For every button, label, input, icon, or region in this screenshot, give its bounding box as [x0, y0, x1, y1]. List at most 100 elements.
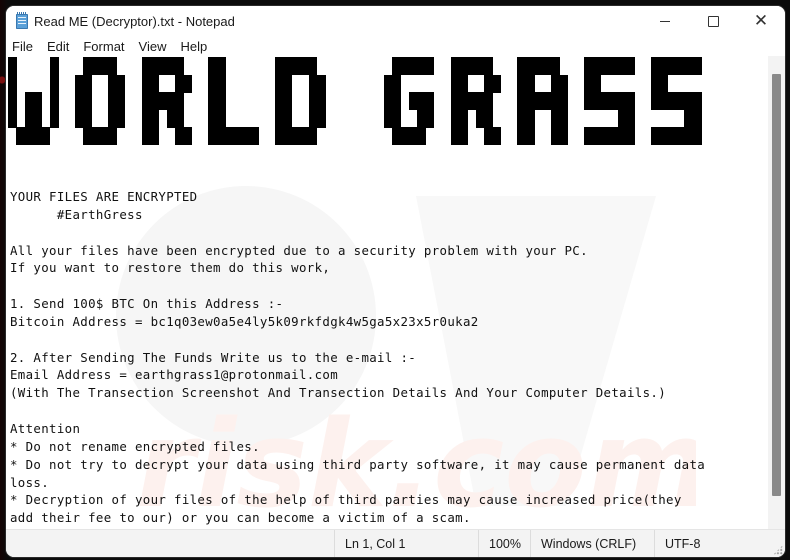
banner-pixel — [425, 109, 435, 128]
encoding-text: UTF-8 — [665, 536, 701, 551]
menu-view[interactable]: View — [132, 39, 174, 54]
banner-pixel — [83, 92, 92, 111]
document-text[interactable]: YOUR FILES ARE ENCRYPTED #EarthGress All… — [10, 188, 705, 527]
menu-format[interactable]: Format — [76, 39, 131, 54]
banner-pixel — [550, 57, 560, 76]
banner-pixel — [392, 92, 401, 111]
cursor-position-text: Ln 1, Col 1 — [345, 536, 406, 551]
banner-pixel — [216, 92, 226, 111]
banner-pixel — [8, 92, 17, 111]
banner-pixel — [316, 92, 326, 111]
banner-pixel — [483, 109, 493, 128]
menu-bar: File Edit Format View Help — [6, 36, 785, 56]
banner-pixel — [592, 74, 602, 93]
status-bar: Ln 1, Col 1 100% Windows (CRLF) UTF-8 — [6, 529, 785, 557]
banner-pixel — [175, 57, 184, 76]
banner-pixel — [458, 74, 468, 93]
banner-pixel — [559, 109, 568, 128]
banner-pixel — [108, 127, 118, 146]
banner-pixel — [692, 127, 702, 146]
menu-edit[interactable]: Edit — [40, 39, 76, 54]
banner-pixel — [183, 74, 193, 93]
banner-pixel — [250, 127, 259, 146]
banner-pixel — [149, 109, 159, 128]
banner-pixel — [692, 57, 702, 76]
banner-pixel — [108, 57, 118, 76]
banner-pixel — [49, 57, 59, 76]
banner-pixel — [8, 74, 17, 93]
banner-pixel — [659, 74, 669, 93]
banner-pixel — [49, 109, 59, 128]
banner-pixel — [33, 109, 42, 128]
banner-pixel — [283, 92, 293, 111]
banner-pixel — [8, 57, 17, 76]
minimize-button[interactable] — [641, 6, 689, 36]
banner-pixel — [316, 74, 326, 93]
status-line-ending: Windows (CRLF) — [530, 530, 654, 557]
menu-help[interactable]: Help — [173, 39, 214, 54]
banner-pixel — [525, 109, 535, 128]
banner-pixel — [149, 74, 159, 93]
banner-pixel — [49, 74, 59, 93]
close-button[interactable]: ✕ — [737, 6, 785, 36]
banner-pixel — [175, 92, 184, 111]
status-encoding: UTF-8 — [654, 530, 785, 557]
banner-pixel — [216, 57, 226, 76]
banner-pixel — [492, 74, 502, 93]
banner-pixel — [283, 109, 293, 128]
banner-pixel — [116, 74, 126, 93]
banner-pixel — [308, 57, 318, 76]
banner-pixel — [559, 127, 568, 146]
banner-pixel — [83, 109, 92, 128]
text-editor[interactable]: risk.com YOUR FILES ARE ENCRYPTED #Earth… — [6, 56, 768, 530]
notepad-icon — [16, 11, 28, 29]
banner-pixel — [625, 109, 635, 128]
status-cursor-position: Ln 1, Col 1 — [334, 530, 478, 557]
banner-pixel — [149, 127, 159, 146]
banner-pixel — [392, 74, 401, 93]
status-zoom: 100% — [478, 530, 530, 557]
banner-pixel — [116, 109, 126, 128]
banner-pixel — [183, 127, 193, 146]
banner-pixel — [392, 109, 401, 128]
banner-pixel — [492, 127, 502, 146]
minimize-icon — [660, 20, 670, 22]
banner-pixel — [8, 109, 17, 128]
maximize-icon — [707, 15, 719, 27]
banner-pixel — [49, 92, 59, 111]
banner-pixel — [316, 109, 326, 128]
maximize-button[interactable] — [689, 6, 737, 36]
banner-pixel — [625, 127, 635, 146]
banner-pixel — [692, 92, 702, 111]
title-bar[interactable]: Read ME (Decryptor).txt - Notepad ✕ — [6, 6, 785, 36]
banner-pixel — [458, 127, 468, 146]
banner-pixel — [559, 92, 568, 111]
banner-pixel — [33, 92, 42, 111]
banner-pixel — [216, 74, 226, 93]
banner-pixel — [83, 74, 92, 93]
banner-pixel — [525, 127, 535, 146]
banner-pixel — [525, 74, 535, 93]
banner-pixel — [458, 109, 468, 128]
zoom-level-text: 100% — [489, 536, 521, 551]
scrollbar-thumb[interactable] — [772, 74, 781, 496]
window-controls: ✕ — [641, 6, 785, 36]
banner-pixel — [559, 74, 568, 93]
banner-pixel — [283, 74, 293, 93]
banner-pixel — [425, 92, 435, 111]
vertical-scrollbar[interactable] — [768, 56, 785, 530]
banner-pixel — [625, 57, 635, 76]
banner-pixel — [308, 127, 318, 146]
banner-pixel — [116, 92, 126, 111]
banner-pixel — [483, 57, 493, 76]
banner-pixel — [175, 109, 184, 128]
notepad-window: Read ME (Decryptor).txt - Notepad ✕ File… — [6, 6, 785, 557]
banner-pixel — [483, 92, 493, 111]
banner-pixel — [625, 92, 635, 111]
banner-pixel — [41, 127, 51, 146]
line-ending-text: Windows (CRLF) — [541, 536, 637, 551]
banner-pixel — [425, 57, 435, 76]
menu-file[interactable]: File — [6, 39, 40, 54]
banner-pixel — [692, 109, 702, 128]
banner-pixel — [216, 109, 226, 128]
